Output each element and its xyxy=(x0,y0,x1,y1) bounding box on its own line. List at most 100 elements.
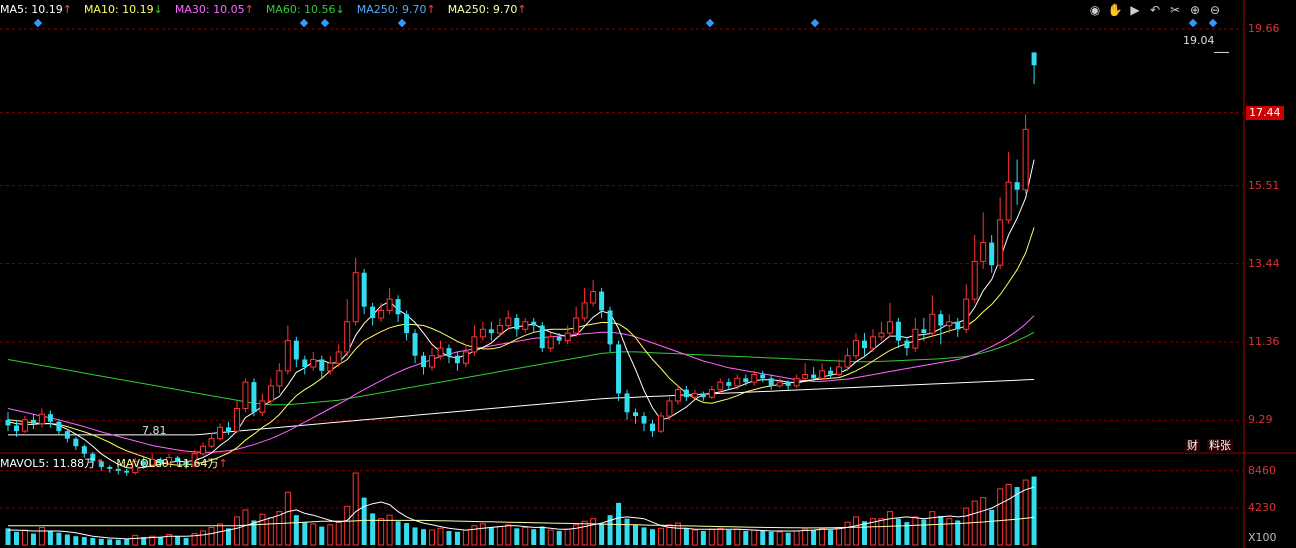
volume-bar xyxy=(412,527,418,545)
candle-body xyxy=(955,321,961,330)
event-marker-icon xyxy=(299,18,309,28)
candle-body xyxy=(802,374,809,379)
volume-bar xyxy=(259,513,266,546)
candle-body xyxy=(479,328,486,338)
candle-body xyxy=(1022,128,1029,191)
candle-body xyxy=(56,421,62,432)
candle-body xyxy=(488,329,494,334)
volume-bar xyxy=(590,518,597,546)
volume-bar xyxy=(276,511,283,546)
candle-body xyxy=(581,302,588,319)
volume-bar xyxy=(302,522,308,545)
volume-bar xyxy=(641,527,647,545)
volume-bar xyxy=(446,530,452,545)
candle-body xyxy=(929,313,936,334)
ma60-line xyxy=(7,331,1035,406)
legend-arrow: ↑ xyxy=(517,3,527,16)
finance-button[interactable]: 财 xyxy=(1185,439,1200,453)
legend-item: MA250: 9.70↑ xyxy=(448,3,533,16)
candle-body xyxy=(649,423,655,432)
legend-label: MA60: 10.56 xyxy=(265,3,336,16)
candle-body xyxy=(963,298,970,330)
candle-body xyxy=(641,416,647,424)
scissors-icon[interactable]: ✂ xyxy=(1166,2,1184,18)
candle-body xyxy=(734,377,741,387)
legend-label: MA30: 10.05 xyxy=(174,3,245,16)
legend-item: MA250: 9.70↑ xyxy=(357,3,442,16)
vol-legend-label: MAVOL60: 11.64万 xyxy=(116,457,219,470)
volume-bar xyxy=(531,529,537,545)
volume-bar xyxy=(370,513,376,545)
candle-body xyxy=(284,340,291,372)
zoom-in-icon[interactable]: ⊕ xyxy=(1186,2,1204,18)
candle-body xyxy=(878,332,885,338)
candle-body xyxy=(81,446,87,454)
candle-body xyxy=(590,291,597,304)
candle-body xyxy=(446,348,452,356)
candle-body xyxy=(335,351,342,364)
volume-bar xyxy=(293,515,299,545)
candle-body xyxy=(522,321,529,330)
candle-body xyxy=(1031,52,1037,66)
event-marker-icon xyxy=(810,18,820,28)
candle-body xyxy=(599,291,605,311)
volume-bar xyxy=(564,528,571,546)
undo-icon[interactable]: ↶ xyxy=(1146,2,1164,18)
candle-body xyxy=(251,382,257,413)
candle-body xyxy=(700,393,706,398)
volume-bar xyxy=(776,531,783,546)
candle-body xyxy=(293,340,299,360)
ma5-line xyxy=(7,159,1035,469)
candle-body xyxy=(370,306,376,318)
event-marker-icon xyxy=(1188,18,1198,28)
candle-body xyxy=(547,336,554,349)
info-button[interactable]: 料张 xyxy=(1207,439,1233,453)
volume-tick-label: 4230 xyxy=(1248,500,1276,514)
candle-body xyxy=(421,355,427,368)
candle-body xyxy=(73,438,79,447)
volume-bar xyxy=(861,521,867,545)
zoom-out-icon[interactable]: ⊖ xyxy=(1206,2,1224,18)
volume-bar xyxy=(242,509,249,546)
candle-body xyxy=(895,321,901,341)
volume-bar xyxy=(361,497,367,545)
candle-body xyxy=(38,413,45,425)
candle-body xyxy=(13,425,19,432)
volume-bar xyxy=(946,518,953,546)
candle-body xyxy=(616,344,622,394)
candle-body xyxy=(573,317,580,334)
candle-body xyxy=(768,378,774,386)
candle-body xyxy=(429,355,435,368)
candle-body xyxy=(811,374,817,379)
volume-legend: MAVOL5: 11.88万↑ MAVOL60: 11.64万↑ xyxy=(0,456,240,472)
hand-icon[interactable]: ✋ xyxy=(1106,2,1124,18)
candle-body xyxy=(633,412,639,417)
volume-bar xyxy=(768,531,774,545)
candle-body xyxy=(819,370,826,379)
candle-body xyxy=(242,381,249,410)
volume-bar xyxy=(785,532,791,545)
volume-bar xyxy=(726,530,732,545)
volume-bar xyxy=(429,529,435,546)
candle-body xyxy=(793,377,800,387)
candle-body xyxy=(607,310,613,345)
candle-body xyxy=(539,325,545,349)
volume-bar xyxy=(886,511,893,546)
volume-bar xyxy=(488,527,494,545)
volume-bar xyxy=(98,538,104,545)
candle-body xyxy=(912,328,919,349)
volume-bar xyxy=(539,526,545,545)
candle-body xyxy=(853,340,859,357)
volume-bar xyxy=(505,524,512,546)
candle-body xyxy=(496,325,503,334)
play-icon[interactable]: ▶ xyxy=(1126,2,1144,18)
volume-bar xyxy=(284,491,291,546)
legend-arrow: ↑ xyxy=(244,3,254,16)
candle-body xyxy=(208,438,215,447)
volume-bar xyxy=(624,518,630,545)
volume-bar xyxy=(327,524,334,546)
volume-bar xyxy=(335,520,342,546)
volume-bar xyxy=(124,538,130,545)
eye-icon[interactable]: ◉ xyxy=(1086,2,1104,18)
candle-body xyxy=(514,317,520,330)
